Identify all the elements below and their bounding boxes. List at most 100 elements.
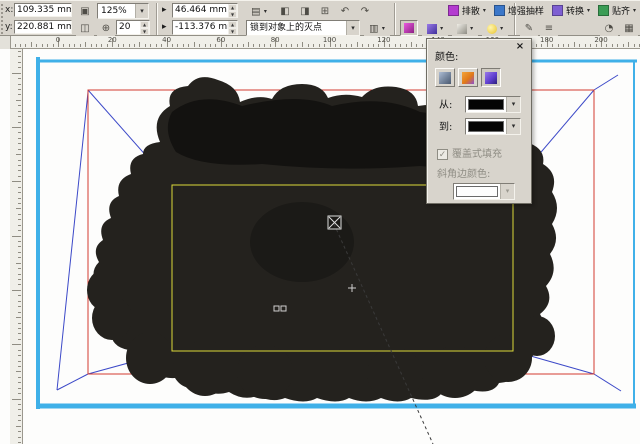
toolbar-separator	[394, 3, 396, 35]
snap-icon	[597, 5, 609, 16]
to-color-picker[interactable]: ▾	[465, 118, 521, 135]
vanishing-point-mode-combo[interactable]: 锁到对象上的灭点 ▾	[246, 20, 360, 36]
options-button[interactable]: ◔	[600, 20, 618, 36]
from-color-swatch	[468, 99, 504, 110]
vanishing-point-y-field[interactable]: -113.376 mm ▲▼	[172, 20, 238, 35]
object-shadow-center	[250, 202, 354, 282]
object-lump	[126, 332, 174, 384]
ruler-label: 200	[594, 36, 608, 44]
extrude-lighting-button[interactable]: ▾	[482, 20, 508, 36]
to-color-swatch	[468, 121, 504, 132]
page-dropdown-button[interactable]: ▤ ▾	[246, 3, 272, 19]
extrude-depth-stepper[interactable]: 20 ▲ ▼	[116, 20, 150, 35]
to-label: 到:	[439, 122, 453, 133]
from-label: 从:	[439, 100, 453, 111]
object-lump	[427, 346, 483, 398]
ruler-label: 40	[162, 36, 172, 44]
chevron-down-icon[interactable]: ▾	[135, 4, 148, 18]
vanishing-point-mode-value: 锁到对象上的灭点	[250, 23, 323, 33]
use-solid-color-button[interactable]	[458, 68, 478, 87]
toolbar-button-convert[interactable]: 转换 ▾	[551, 4, 590, 17]
spinner-arrows-icon[interactable]: ▲ ▼	[140, 21, 149, 35]
chevron-down-icon: ▾	[500, 184, 514, 199]
more-tools-button[interactable]: ▦	[620, 20, 638, 36]
mirror-icon-button[interactable]: ◫	[76, 20, 94, 36]
redo-button[interactable]: ↷	[356, 3, 374, 19]
toolbar-button-label: 转换	[565, 7, 584, 17]
use-object-fill-button[interactable]	[435, 68, 455, 87]
grid-button[interactable]: ⊞	[316, 3, 334, 19]
extrude-shading-button[interactable]: ▾	[422, 20, 448, 36]
ruler-label: 60	[216, 36, 226, 44]
vanishing-point-x-field[interactable]: 46.464 mm ▲ ▼	[172, 3, 238, 18]
bevel-icon	[456, 23, 467, 34]
ruler-corner	[0, 36, 10, 49]
depth-icon: ⊕	[97, 20, 115, 36]
close-icon[interactable]: ×	[514, 41, 526, 53]
from-color-picker[interactable]: ▾	[465, 96, 521, 113]
lightbulb-icon	[486, 23, 497, 34]
extrude-bevel-button[interactable]: ▾	[452, 20, 478, 36]
chevron-down-icon: ▾	[586, 7, 590, 14]
chevron-down-icon[interactable]: ▾	[346, 21, 359, 35]
solid-color-icon	[462, 71, 474, 84]
color-shading-icon	[485, 71, 497, 84]
y-position-field[interactable]: 220.881 mm	[14, 20, 72, 34]
extrude-color-flyout: × 颜色: 从: ▾ 到: ▾ ✓ 覆盖式填充 斜角边颜色: ▾	[426, 38, 532, 204]
clear-extrude-button[interactable]: ≡	[540, 20, 558, 36]
object-lump	[87, 270, 119, 310]
vp-x-icon: ▸	[162, 5, 167, 15]
spinner-arrows-icon[interactable]: ▲ ▼	[228, 21, 237, 35]
toolbar-button-label: 贴齐	[611, 7, 630, 17]
undo-button[interactable]: ↶	[336, 3, 354, 19]
object-lump	[367, 348, 423, 400]
copy-properties-button[interactable]: ✎	[520, 20, 538, 36]
enhance-sample-icon	[493, 5, 505, 16]
toolbar-button-label: 排散	[461, 7, 480, 17]
horizontal-ruler[interactable]: 020406080100120140160180200	[10, 36, 640, 49]
use-color-shading-button[interactable]	[481, 68, 501, 87]
chevron-down-icon[interactable]: ▾	[506, 97, 520, 112]
toolbar-button-dither[interactable]: 排散 ▾	[447, 4, 486, 17]
zoom-level-value: 125%	[101, 6, 127, 16]
zoom-level-combo[interactable]: 125% ▾	[97, 3, 149, 19]
object-lump	[519, 316, 555, 356]
extrude-mode-button[interactable]: ◨	[296, 3, 314, 19]
ruler-label: 80	[270, 36, 280, 44]
toolbar-button-label: 增强抽样	[507, 7, 544, 17]
rotate-extrude-button[interactable]: ◧	[276, 3, 294, 19]
ruler-label: 180	[540, 36, 554, 44]
ruler-label: 100	[322, 36, 337, 44]
toolbar-separator	[156, 3, 158, 35]
drape-fill-label: 覆盖式填充	[452, 149, 502, 160]
bevel-color-picker: ▾	[453, 183, 515, 200]
vanishing-point-y-value: -113.376 mm	[175, 22, 228, 32]
extrude-color-button[interactable]	[400, 20, 418, 36]
drawing-canvas[interactable]	[0, 49, 640, 444]
canvas-svg	[36, 57, 637, 444]
object-lump	[179, 340, 231, 396]
toolbar-button-enhance-sample[interactable]: 增强抽样	[493, 4, 544, 17]
toolbar-right-buttons: 排散 ▾ 增强抽样 转换 ▾ 贴齐 ▾	[447, 3, 636, 18]
chevron-down-icon: ▾	[482, 7, 486, 14]
toolbar-grip[interactable]	[1, 4, 4, 34]
preset-icon-button[interactable]: ▣	[76, 3, 94, 19]
bevel-color-swatch	[456, 186, 498, 197]
drape-fill-checkbox: ✓ 覆盖式填充	[437, 148, 502, 161]
toolbar-button-snap[interactable]: 贴齐 ▾	[597, 4, 636, 17]
spinner-arrows-icon[interactable]: ▲ ▼	[228, 4, 237, 18]
color-mode-buttons	[435, 68, 501, 87]
chevron-down-icon: ▾	[470, 25, 474, 32]
ruler-label: 0	[55, 36, 61, 44]
y-label: y:	[5, 22, 13, 32]
convert-icon	[551, 5, 563, 16]
object-lump	[237, 345, 293, 399]
x-position-field[interactable]: 109.335 mm	[14, 3, 72, 17]
object-fill-icon	[439, 71, 451, 84]
chevron-down-icon[interactable]: ▾	[506, 119, 520, 134]
color-section-label: 颜色:	[435, 52, 459, 63]
copy-vp-button[interactable]: ▥ ▾	[364, 20, 390, 36]
ruler-label: 120	[377, 36, 391, 44]
ruler-label: 20	[107, 36, 117, 44]
vertical-ruler[interactable]	[10, 49, 23, 444]
